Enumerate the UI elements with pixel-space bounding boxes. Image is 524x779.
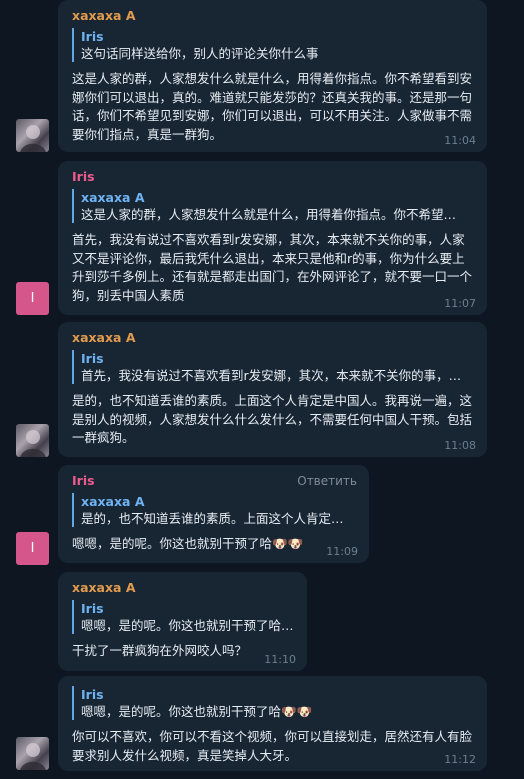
reply-quote[interactable]: Iris 嗯嗯，是的呢。你这也就别干预了哈🐶🐶 (72, 686, 475, 720)
message-bubble[interactable]: Iris xaxaxa A 这是人家的群，人家想发什么就是什么，用得着你指点。你… (58, 161, 487, 315)
message-time: 11:07 (444, 297, 476, 310)
quote-sender: xaxaxa A (81, 190, 145, 205)
message-bubble[interactable]: xaxaxa A Iris 嗯嗯，是的呢。你这也就别干预了哈… 干扰了一群疯狗在… (58, 572, 307, 671)
avatar-photo-icon (20, 743, 46, 770)
avatar[interactable] (16, 424, 49, 457)
message-bubble[interactable]: xaxaxa A Iris 这句话同样送给你，别人的评论关你什么事 这是人家的群… (58, 0, 487, 152)
message-time: 11:04 (444, 134, 476, 147)
message-text: 嗯嗯，是的呢。你这也就别干预了哈🐶🐶 (72, 536, 304, 551)
sender-name[interactable]: Iris (72, 169, 475, 185)
message-bubble[interactable]: Iris 嗯嗯，是的呢。你这也就别干预了哈🐶🐶 你可以不喜欢，你可以不看这个视频… (58, 676, 487, 771)
sender-name[interactable]: xaxaxa A (72, 330, 475, 346)
message-text: 首先，我没有说过不喜欢看到r发安娜，其次，本来就不关你的事，人家又不是评论你，最… (72, 232, 473, 303)
reply-quote[interactable]: Iris 首先，我没有说过不喜欢看到r发安娜，其次，本来就不关你的事，… (72, 350, 475, 384)
avatar[interactable]: I (16, 282, 49, 315)
reply-quote[interactable]: xaxaxa A 这是人家的群，人家想发什么就是什么，用得着你指点。你不希望… (72, 189, 475, 223)
message-text: 是的，也不知道丢谁的素质。上面这个人肯定是中国人。我再说一遍，这是别人的视频，人… (72, 393, 473, 445)
message-bubble[interactable]: xaxaxa A Iris 首先，我没有说过不喜欢看到r发安娜，其次，本来就不关… (58, 322, 487, 457)
avatar[interactable]: I (16, 532, 49, 565)
quote-sender: xaxaxa A (81, 494, 145, 509)
avatar[interactable] (16, 119, 49, 152)
message-time: 11:12 (444, 753, 476, 766)
quote-sender: Iris (81, 601, 104, 616)
quote-text: 首先，我没有说过不喜欢看到r发安娜，其次，本来就不关你的事，… (81, 368, 462, 383)
quote-text: 嗯嗯，是的呢。你这也就别干预了哈… (81, 618, 294, 633)
avatar-photo-icon (20, 125, 46, 152)
message-time: 11:10 (264, 653, 296, 666)
quote-sender: Iris (81, 687, 104, 702)
quote-sender: Iris (81, 351, 104, 366)
sender-name[interactable]: xaxaxa A (72, 8, 475, 24)
message-text: 这是人家的群，人家想发什么就是什么，用得着你指点。你不希望看到安娜你们可以退出，… (72, 71, 473, 142)
avatar[interactable] (16, 737, 49, 770)
quote-text: 嗯嗯，是的呢。你这也就别干预了哈🐶🐶 (81, 704, 313, 719)
quote-text: 这句话同样送给你，别人的评论关你什么事 (81, 46, 319, 61)
message-text: 干扰了一群疯狗在外网咬人吗？ (72, 643, 248, 658)
reply-button[interactable]: Ответить (297, 474, 357, 488)
quote-sender: Iris (81, 29, 104, 44)
message-time: 11:08 (444, 439, 476, 452)
message-time: 11:09 (326, 545, 358, 558)
message-text: 你可以不喜欢，你可以不看这个视频，你可以直接划走，居然还有人有脸要求别人发什么视… (72, 729, 473, 763)
avatar-photo-icon (20, 430, 46, 457)
quote-text: 这是人家的群，人家想发什么就是什么，用得着你指点。你不希望… (81, 207, 457, 222)
sender-name[interactable]: xaxaxa A (72, 580, 295, 596)
message-bubble[interactable]: Iris Ответить xaxaxa A 是的，也不知道丢谁的素质。上面这个… (58, 465, 369, 563)
reply-quote[interactable]: xaxaxa A 是的，也不知道丢谁的素质。上面这个人肯定… (72, 493, 357, 527)
reply-quote[interactable]: Iris 嗯嗯，是的呢。你这也就别干预了哈… (72, 600, 295, 634)
quote-text: 是的，也不知道丢谁的素质。上面这个人肯定… (81, 511, 344, 526)
reply-quote[interactable]: Iris 这句话同样送给你，别人的评论关你什么事 (72, 28, 475, 62)
